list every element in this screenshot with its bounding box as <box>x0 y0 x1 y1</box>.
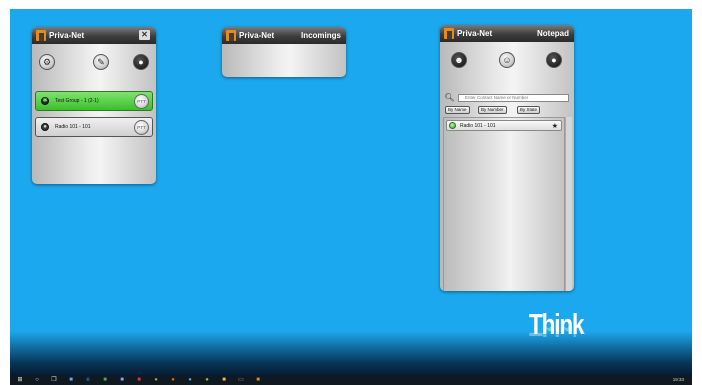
main-titlebar[interactable]: Priva-Net ✕ <box>32 27 156 44</box>
contact-search-input[interactable] <box>458 93 569 102</box>
app-icon[interactable]: ▭ <box>237 377 245 384</box>
search-icon[interactable]: 🔍︎ <box>444 93 455 102</box>
settings-button[interactable]: ⚙ <box>39 54 55 70</box>
favorite-star-icon[interactable]: ★ <box>552 122 558 130</box>
contact-search: 🔍︎ <box>444 93 569 102</box>
groups-button[interactable]: ☺ <box>499 52 515 68</box>
incomings-window: Priva-Net Incomings <box>222 27 346 77</box>
app-icon[interactable]: ● <box>169 377 177 384</box>
notepad-sub-title: Notepad <box>537 29 569 38</box>
contact-label: Radio 101 - 101 <box>460 122 496 129</box>
priva-net-logo-icon <box>36 30 46 41</box>
ptt-button[interactable]: PTT <box>134 120 149 135</box>
speaker-button[interactable]: ● <box>546 52 562 68</box>
contact-list-scrollbar[interactable] <box>565 117 572 291</box>
settings-icon: ⚙ <box>42 56 52 67</box>
edge-icon[interactable]: e <box>84 377 92 384</box>
app-icon[interactable]: ■ <box>135 377 143 384</box>
store-icon[interactable]: ■ <box>67 377 75 384</box>
incomings-titlebar[interactable]: Priva-Net Incomings <box>222 27 346 44</box>
group-row-label: Test Group - 1 (2-1) <box>55 98 99 104</box>
search-icon[interactable]: ○ <box>33 377 41 384</box>
speaker-icon: ● <box>138 56 144 67</box>
priva-net-logo-icon <box>226 30 236 41</box>
start-icon[interactable]: ⊞ <box>16 377 24 384</box>
incomings-sub-title: Incomings <box>300 31 341 40</box>
think-logo-reflection: Think <box>529 323 576 341</box>
main-window: Priva-Net ✕ ⚙ ✎ ● ✱ Test Group - 1 (2-1)… <box>32 27 156 184</box>
priva-net-logo-icon <box>444 28 454 39</box>
app-icon[interactable]: ● <box>203 377 211 384</box>
contact-list: Radio 101 - 101 ★ <box>443 117 565 291</box>
speaker-button[interactable]: ● <box>133 54 149 70</box>
main-app-title: Priva-Net <box>49 31 85 40</box>
radio-row-label: Radio 101 - 101 <box>55 124 91 130</box>
notepad-titlebar[interactable]: Priva-Net Notepad <box>440 25 574 42</box>
incomings-app-title: Priva-Net <box>239 31 275 40</box>
desktop-shadow <box>10 331 692 376</box>
edit-icon: ✎ <box>97 56 105 67</box>
radio-group-icon: ✱ <box>41 97 49 105</box>
filter-by-state-button[interactable]: By State <box>517 106 541 114</box>
close-icon[interactable]: ✕ <box>139 30 150 40</box>
speaker-icon: ● <box>551 54 557 65</box>
app-icon[interactable]: ■ <box>254 377 262 384</box>
filter-by-number-button[interactable]: By Number <box>478 106 507 114</box>
user-icon: ● <box>41 123 49 131</box>
radio-row[interactable]: ● Radio 101 - 101 PTT <box>35 117 153 137</box>
group-icon: ☺ <box>502 54 512 65</box>
app-icon[interactable]: ■ <box>220 377 228 384</box>
contact-icon: ☻ <box>454 54 464 65</box>
taskbar-clock[interactable]: 19:33 <box>673 377 684 382</box>
online-status-icon <box>449 122 456 129</box>
notepad-app-title: Priva-Net <box>457 29 493 38</box>
group-row[interactable]: ✱ Test Group - 1 (2-1) PTT <box>35 91 153 111</box>
contact-row[interactable]: Radio 101 - 101 ★ <box>446 120 562 131</box>
contacts-button[interactable]: ☻ <box>451 52 467 68</box>
taskbar: ⊞ ○ ❐ ■ e ■ ■ ■ ● ● ● ● ■ ▭ ■ 19:33 <box>10 376 692 385</box>
app-icon[interactable]: ● <box>186 377 194 384</box>
app-icon[interactable]: ● <box>152 377 160 384</box>
explorer-icon[interactable]: ■ <box>101 377 109 384</box>
desktop: Think Think Priva-Net ✕ ⚙ ✎ ● ✱ Test Gro… <box>10 9 692 376</box>
filter-by-name-button[interactable]: By Name <box>445 106 470 114</box>
app-icon[interactable]: ■ <box>118 377 126 384</box>
task-view-icon[interactable]: ❐ <box>50 377 58 384</box>
edit-button[interactable]: ✎ <box>93 54 109 70</box>
ptt-button[interactable]: PTT <box>134 94 149 109</box>
notepad-window: Priva-Net Notepad ☻ ☺ ● 🔍︎ By Name By Nu… <box>440 25 574 291</box>
